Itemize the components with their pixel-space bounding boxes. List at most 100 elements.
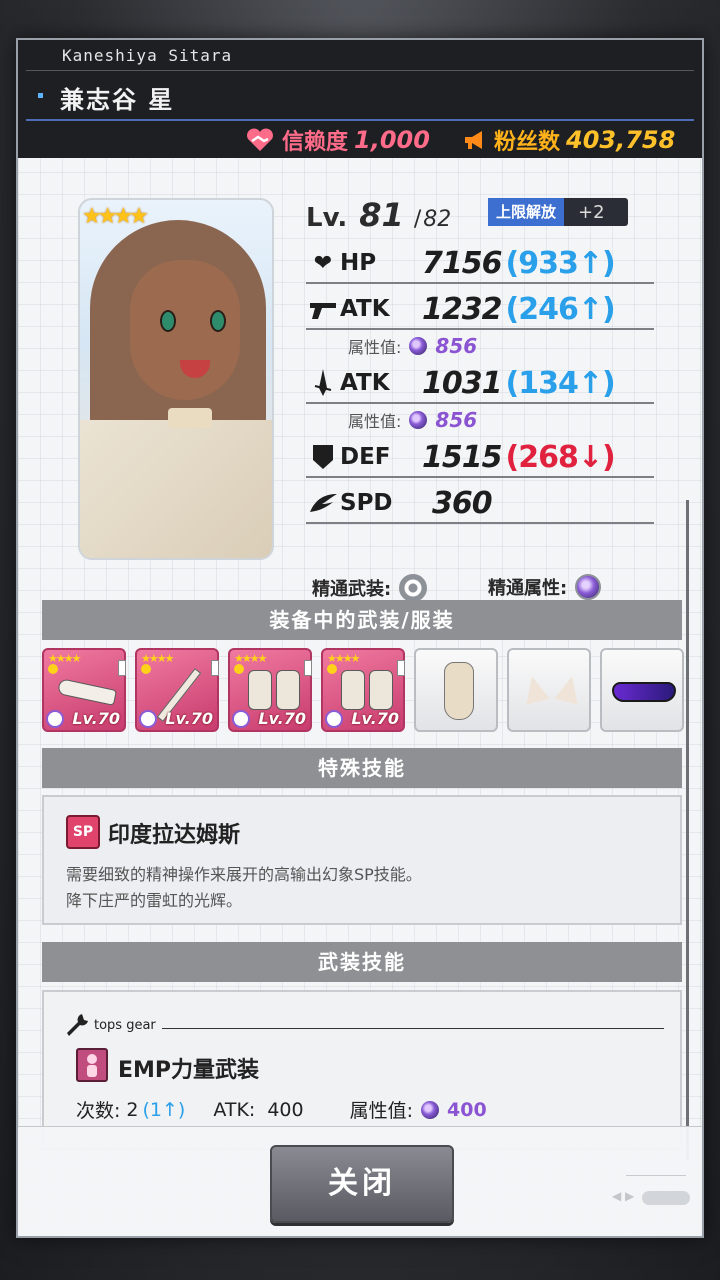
equip-slot-rifle[interactable]: ★★★★ Lv.70 — [42, 648, 126, 732]
stat-name: HP — [340, 250, 377, 276]
attribute-icon — [232, 710, 250, 728]
armament-skill-name: EMP力量武装 — [118, 1058, 260, 1083]
attribute-value: 856 — [435, 334, 478, 358]
trust-value: 1,000 — [354, 126, 430, 154]
stat-name: ATK — [340, 296, 390, 322]
stat-def: DEF 1515 (268↓) — [306, 438, 654, 478]
special-skill-section-title: 特殊技能 — [42, 748, 682, 788]
character-header: Kaneshiya Sitara 兼志谷 星 信赖度 1,000 粉丝数 403… — [18, 40, 702, 158]
stat-delta: (246↑) — [505, 291, 616, 327]
attribute-mastery[interactable]: 精通属性: — [488, 574, 602, 600]
equip-slot-armor[interactable]: ★★★★ Lv.70 — [228, 648, 312, 732]
fans-display: 粉丝数 403,758 — [462, 124, 675, 156]
attribute-orb-icon — [421, 1100, 440, 1119]
cat-ears-icon — [520, 673, 550, 705]
weapon-mastery[interactable]: 精通武装: — [312, 574, 428, 602]
skill-figure-icon — [76, 1048, 108, 1082]
portrait-face — [130, 260, 240, 400]
stat-delta: (268↓) — [505, 439, 616, 475]
scrollbar-thumb[interactable] — [686, 500, 689, 1160]
level-current: 81 — [359, 196, 404, 234]
attribute-value: 856 — [435, 408, 478, 432]
footer-bar: 关闭 ◀ ▶ — [18, 1126, 702, 1236]
stat-atk-blade: ATK 1031 (134↑) — [306, 364, 654, 404]
costume-slot-cat-ears[interactable] — [507, 648, 591, 732]
attribute-icon — [325, 710, 343, 728]
attribute-orb-icon[interactable] — [575, 574, 602, 600]
armor-icon — [276, 670, 300, 710]
limit-break-badge: 上限解放 +2 — [488, 198, 628, 226]
attribute-mastery-label: 精通属性: — [488, 578, 568, 599]
level-display: Lv. 81 / 82 — [306, 196, 451, 234]
armament-skill-stats: 次数: 2 (1↑) ATK: 400 属性值: 400 — [76, 1096, 487, 1123]
character-name: 兼志谷 星 — [60, 86, 175, 114]
bullet-icon — [38, 93, 43, 98]
stat-value: 1031 — [422, 365, 502, 401]
lock-icon — [141, 664, 151, 674]
stat-value: 360 — [432, 485, 493, 521]
divider — [26, 119, 694, 121]
costume-slot-swimsuit[interactable] — [414, 648, 498, 732]
count-value: 2 — [126, 1098, 139, 1121]
attribute-group: 属性值: 400 — [350, 1096, 487, 1123]
costume-slot-sunglasses[interactable] — [600, 648, 684, 732]
special-skill-card[interactable]: SP 印度拉达姆斯 需要细致的精神操作来展开的高输出幻象SP技能。 降下庄严的雷… — [42, 795, 682, 925]
handshake-heart-icon — [247, 128, 273, 151]
equipment-section-title: 装备中的武装/服装 — [42, 600, 682, 640]
attribute-icon — [139, 710, 157, 728]
arrow-icon: ◀ ▶ — [612, 1189, 635, 1203]
mini-controls: ◀ ▶ — [612, 1169, 692, 1219]
wrench-icon — [64, 1012, 90, 1044]
lock-icon — [327, 664, 337, 674]
stat-name: ATK — [340, 370, 390, 396]
level-label: Lv. — [306, 203, 348, 233]
romaji-name: Kaneshiya Sitara — [62, 46, 233, 65]
wing-icon — [306, 488, 340, 518]
stat-value: 7156 — [422, 245, 502, 281]
stat-name: SPD — [340, 490, 393, 516]
portrait-outfit — [80, 420, 272, 558]
heart-icon: ❤ — [313, 250, 333, 276]
fans-label: 粉丝数 — [494, 130, 561, 155]
divider — [626, 1175, 686, 1176]
attribute-row: 属性值: 856 — [348, 408, 477, 432]
slot-tab — [211, 660, 219, 676]
swimsuit-icon — [444, 662, 474, 720]
slot-tab — [397, 660, 405, 676]
divider — [162, 1028, 664, 1029]
trust-display: 信赖度 1,000 — [244, 124, 430, 156]
special-skill-name: 印度拉达姆斯 — [108, 823, 241, 848]
slot-tab — [118, 660, 126, 676]
equip-slot-armor[interactable]: ★★★★ Lv.70 — [321, 648, 405, 732]
sunglasses-icon — [612, 682, 676, 702]
level-max: 82 — [423, 207, 452, 232]
equip-level: Lv.70 — [351, 709, 399, 728]
attribute-orb-icon — [409, 411, 428, 429]
armor-icon — [341, 670, 365, 710]
equip-slot-spear[interactable]: ★★★★ Lv.70 — [135, 648, 219, 732]
cat-ears-icon — [554, 673, 584, 705]
atk-label: ATK: — [213, 1098, 256, 1121]
rifle-icon — [56, 678, 118, 706]
attribute-label: 属性值: — [348, 338, 402, 357]
limit-break-label: 上限解放 — [488, 198, 565, 226]
equip-level: Lv.70 — [72, 709, 120, 728]
sp-badge-icon: SP — [66, 815, 100, 849]
blade-icon — [306, 368, 340, 398]
armor-icon — [369, 670, 393, 710]
trust-label: 信赖度 — [282, 130, 349, 155]
special-skill-desc: 降下庄严的雷虹的光辉。 — [66, 891, 243, 910]
target-icon[interactable] — [399, 574, 428, 602]
pill-toggle[interactable] — [642, 1191, 690, 1205]
character-portrait[interactable]: ★★★★ — [78, 198, 274, 560]
attribute-row: 属性值: 856 — [348, 334, 477, 358]
portrait-eye — [160, 310, 176, 332]
count-label: 次数: — [76, 1100, 121, 1122]
gear-type-label: tops gear — [94, 1018, 156, 1033]
special-skill-desc: 需要细致的精神操作来展开的高输出幻象SP技能。 — [66, 865, 422, 884]
close-button[interactable]: 关闭 — [270, 1145, 454, 1223]
lock-icon — [48, 664, 58, 674]
weapon-mastery-label: 精通武装: — [312, 579, 392, 600]
gun-icon — [306, 294, 340, 324]
attribute-label: 属性值: — [348, 412, 402, 431]
